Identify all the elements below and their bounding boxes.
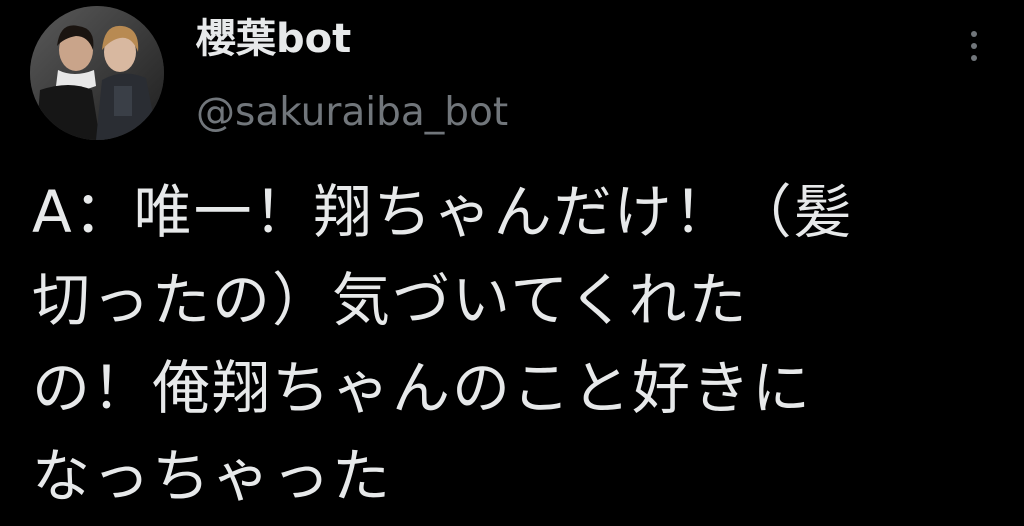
tweet-text: A：唯一！翔ちゃんだけ！（髪 切ったの）気づいてくれた の！俺翔ちゃんのこと好き… <box>32 168 1012 520</box>
author-display-name[interactable]: 櫻葉bot <box>196 14 351 64</box>
profile-photo-icon <box>30 6 164 140</box>
author-avatar[interactable] <box>30 6 164 140</box>
tweet-text-line: の！俺翔ちゃんのこと好きに <box>32 354 813 422</box>
more-vertical-icon <box>971 31 977 37</box>
more-vertical-icon-dot <box>971 55 977 61</box>
tweet-text-line: A：唯一！翔ちゃんだけ！（髪 <box>32 178 854 246</box>
more-options-button[interactable] <box>954 22 994 70</box>
more-vertical-icon-dot <box>971 43 977 49</box>
tweet-card: 櫻葉bot @sakuraiba_bot A：唯一！翔ちゃんだけ！（髪 切ったの… <box>0 0 1024 526</box>
tweet-text-line: なっちゃった <box>32 442 393 510</box>
tweet-text-line: 切ったの）気づいてくれた <box>32 266 749 334</box>
author-handle[interactable]: @sakuraiba_bot <box>196 88 508 138</box>
